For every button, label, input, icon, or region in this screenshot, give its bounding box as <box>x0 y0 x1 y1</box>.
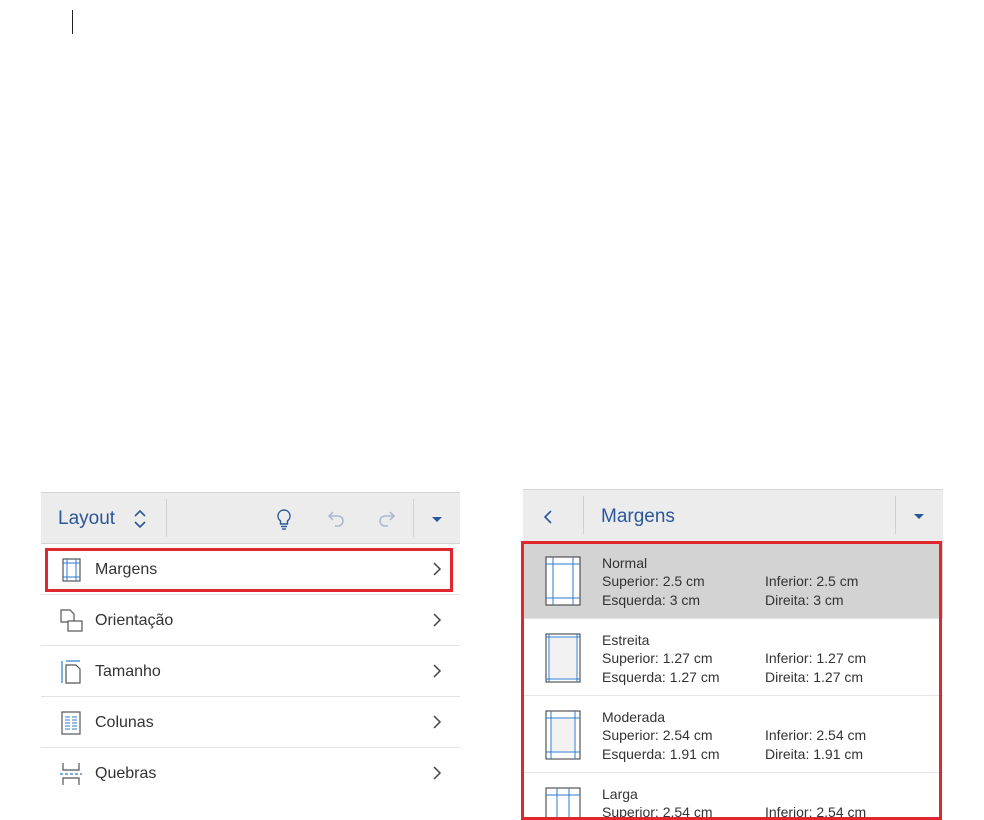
margins-icon <box>58 557 84 583</box>
margin-options-list: Normal Superior: 2.5 cm Inferior: 2.5 cm… <box>523 542 943 817</box>
margin-direita-value: Direita: 1.91 cm <box>765 746 864 762</box>
layout-panel: Layout Margens Orientação Tamanho Coluna… <box>41 492 460 820</box>
margin-option-larga[interactable]: Larga Superior: 2.54 cm Inferior: 2.54 c… <box>523 773 943 817</box>
margin-inferior-value: Inferior: 1.27 cm <box>765 650 867 666</box>
tab-switch-icon[interactable] <box>133 507 147 531</box>
collapse-ribbon-icon[interactable] <box>425 507 449 531</box>
layout-item-tamanho[interactable]: Tamanho <box>41 646 460 697</box>
margin-superior-value: Superior: 1.27 cm <box>602 650 713 666</box>
margin-option-moderada[interactable]: Moderada Superior: 2.54 cm Inferior: 2.5… <box>523 696 943 773</box>
margin-inferior-value: Inferior: 2.54 cm <box>765 727 867 743</box>
collapse-ribbon-icon[interactable] <box>907 504 931 528</box>
layout-list: Margens Orientação Tamanho Colunas Quebr… <box>41 544 460 799</box>
lightbulb-icon[interactable] <box>272 507 296 531</box>
layout-item-label: Orientação <box>95 612 174 629</box>
breaks-icon <box>58 761 84 787</box>
undo-icon[interactable] <box>324 507 348 531</box>
chevron-right-icon <box>432 663 442 679</box>
margins-panel: Margens Normal Superior: 2.5 cm Inferior… <box>523 489 943 820</box>
layout-item-label: Margens <box>95 561 158 578</box>
margin-esquerda-value: Esquerda: 1.27 cm <box>602 669 720 685</box>
margin-inferior-value: Inferior: 2.5 cm <box>765 573 859 589</box>
layout-item-label: Quebras <box>95 765 157 782</box>
margin-direita-value: Direita: 3 cm <box>765 592 844 608</box>
margin-esquerda-value: Esquerda: 3 cm <box>602 592 701 608</box>
chevron-right-icon <box>432 714 442 730</box>
toolbar-divider <box>413 499 414 537</box>
toolbar-divider <box>583 496 584 534</box>
orientation-icon <box>58 608 84 634</box>
layout-item-label: Colunas <box>95 714 154 731</box>
panel-title: Margens <box>601 506 675 527</box>
margin-superior-value: Superior: 2.54 cm <box>602 727 713 743</box>
toolbar-divider <box>895 496 896 534</box>
redo-icon[interactable] <box>375 507 399 531</box>
chevron-right-icon <box>432 561 442 577</box>
margin-esquerda-value: Esquerda: 1.91 cm <box>602 746 720 762</box>
margin-option-estreita[interactable]: Estreita Superior: 1.27 cm Inferior: 1.2… <box>523 619 943 696</box>
layout-item-colunas[interactable]: Colunas <box>41 697 460 748</box>
margin-preview-icon <box>545 556 581 606</box>
toolbar-divider <box>166 499 167 537</box>
margin-option-name: Normal <box>602 555 648 571</box>
chevron-right-icon <box>432 612 442 628</box>
margin-direita-value: Direita: 1.27 cm <box>765 669 864 685</box>
margin-option-name: Larga <box>602 786 638 802</box>
layout-item-margens[interactable]: Margens <box>41 544 460 595</box>
margin-option-name: Moderada <box>602 709 666 725</box>
margin-preview-icon <box>545 710 581 760</box>
margin-superior-value: Superior: 2.54 cm <box>602 804 713 817</box>
margin-inferior-value: Inferior: 2.54 cm <box>765 804 867 817</box>
margin-preview-icon <box>545 633 581 683</box>
margin-superior-value: Superior: 2.5 cm <box>602 573 705 589</box>
text-cursor <box>72 10 73 34</box>
layout-item-label: Tamanho <box>95 663 161 680</box>
back-chevron-icon[interactable] <box>543 509 553 525</box>
ribbon-tab-title[interactable]: Layout <box>58 508 115 530</box>
margin-option-name: Estreita <box>602 632 650 648</box>
margin-option-normal[interactable]: Normal Superior: 2.5 cm Inferior: 2.5 cm… <box>523 542 943 619</box>
layout-item-orientacao[interactable]: Orientação <box>41 595 460 646</box>
layout-item-quebras[interactable]: Quebras <box>41 748 460 799</box>
margins-toolbar: Margens <box>523 489 943 542</box>
columns-icon <box>58 710 84 736</box>
layout-toolbar: Layout <box>41 492 460 544</box>
chevron-right-icon <box>432 765 442 781</box>
size-icon <box>58 659 84 685</box>
margin-preview-icon <box>545 787 581 817</box>
